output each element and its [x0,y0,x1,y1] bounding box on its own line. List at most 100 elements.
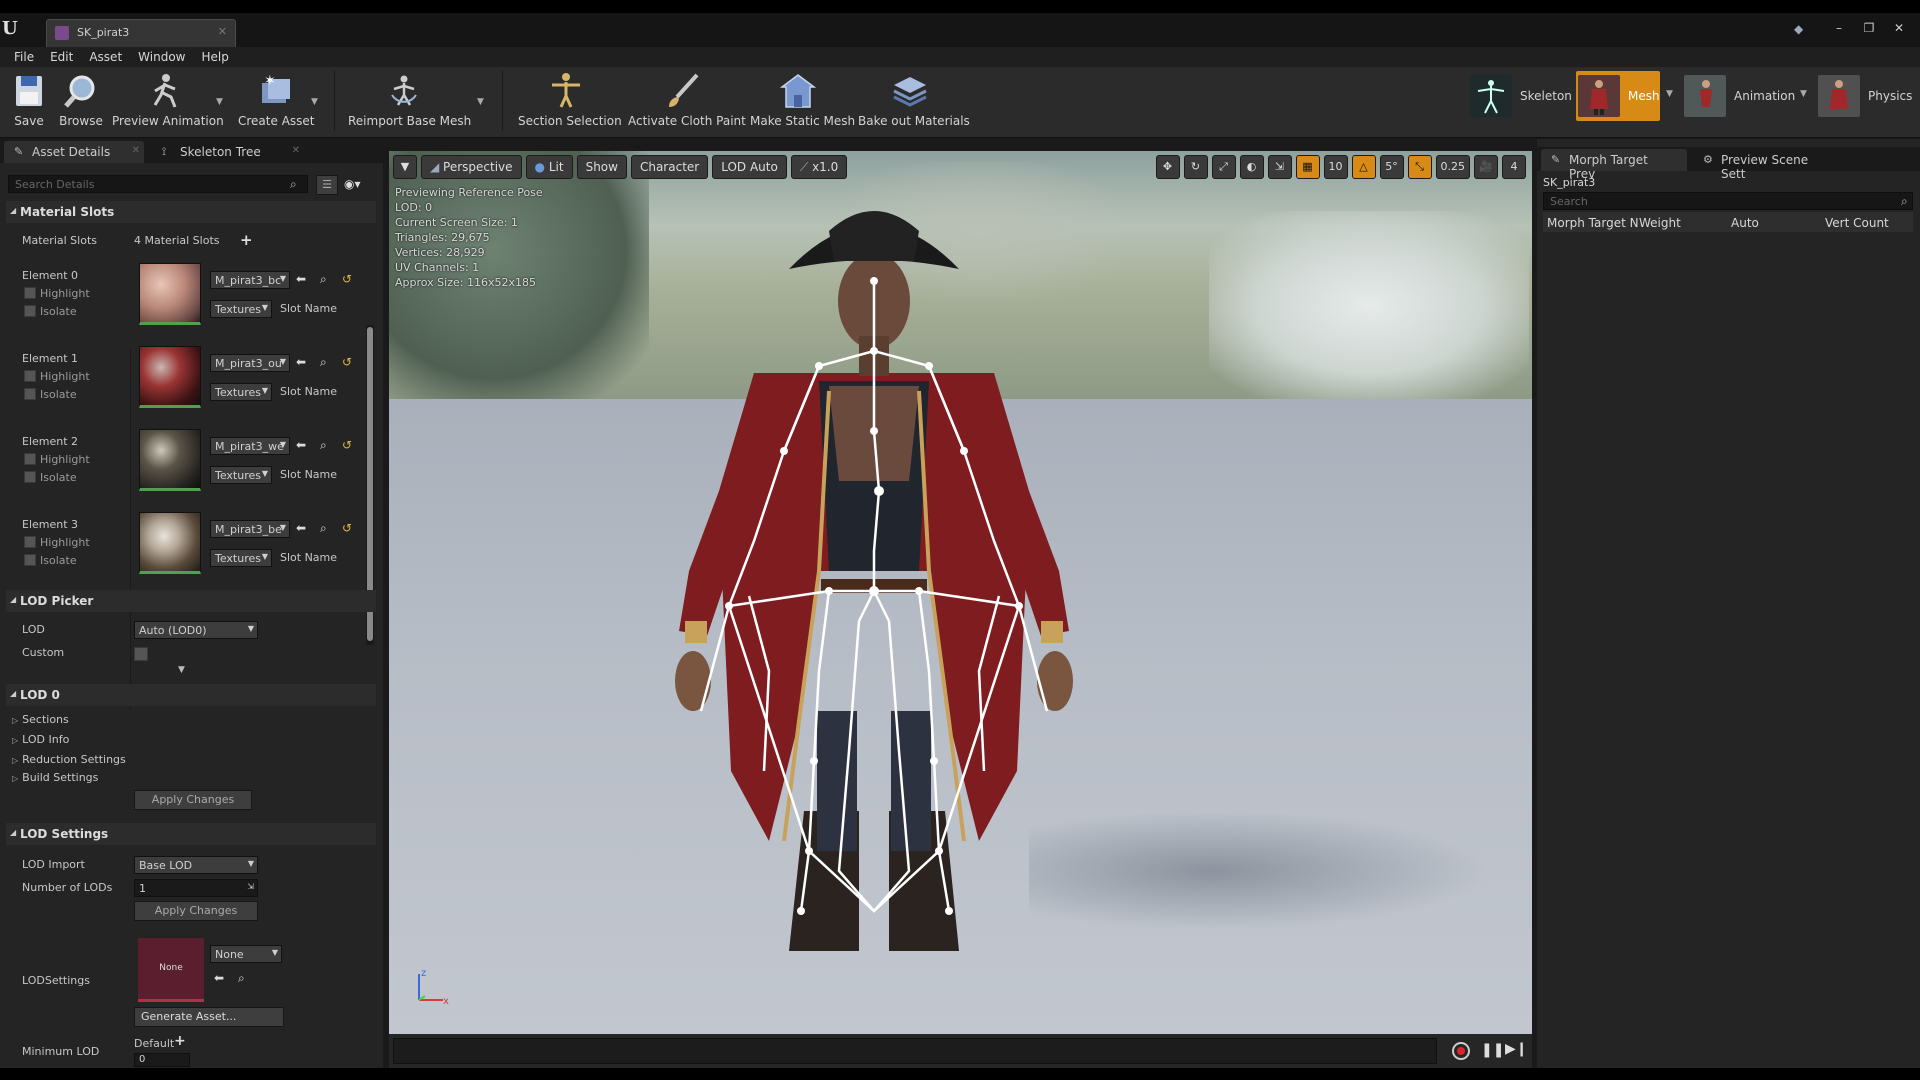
rotation-snap-icon[interactable]: △ [1351,155,1376,179]
reset-to-default-icon[interactable]: ↺ [342,438,352,452]
close-tab-icon[interactable]: ✕ [218,25,227,38]
grid-size-value[interactable]: 10 [1323,155,1348,179]
record-icon[interactable] [1452,1042,1470,1060]
lod-settings-asset-combo[interactable]: None ▼ [210,945,282,963]
mesh-mode-dropdown[interactable]: ▼ [1666,89,1676,99]
animation-mode-dropdown[interactable]: ▼ [1800,89,1810,99]
activate-cloth-paint-button[interactable]: Activate Cloth Paint [628,71,746,133]
material-thumbnail[interactable] [139,512,201,574]
browse-magnifier-icon[interactable]: ⌕ [320,438,327,453]
create-asset-button[interactable]: ✶ Create Asset [238,71,315,133]
tab-morph-target-preview[interactable]: ✎ Morph Target Prev [1541,149,1687,181]
scale-icon[interactable]: ⤢ [1211,155,1236,179]
reset-to-default-icon[interactable]: ↺ [342,355,352,369]
material-thumbnail[interactable] [139,346,201,408]
browse-button[interactable]: Browse [58,71,104,133]
lit-button[interactable]: ● Lit [525,155,573,179]
rotate-icon[interactable]: ↻ [1183,155,1208,179]
column-auto[interactable]: Auto [1731,216,1759,230]
step-forward-icon[interactable]: ▶❙ [1505,1041,1528,1057]
make-static-mesh-button[interactable]: Make Static Mesh [750,71,855,133]
feedback-icon[interactable]: ◆ [1794,22,1810,36]
camera-speed-icon[interactable]: 🎥 [1474,155,1498,179]
expand-advanced-icon[interactable]: ▼ [178,665,185,675]
lod-select[interactable]: Auto (LOD0) ▼ [134,621,258,639]
timeline-scrubber[interactable] [393,1038,1437,1064]
material-combo[interactable]: M_pirat3_ou ▼ [210,354,290,372]
save-button[interactable]: Save [8,71,50,133]
highlight-checkbox[interactable] [24,287,36,299]
menu-help[interactable]: Help [193,50,236,64]
material-combo[interactable]: M_pirat3_bc ▼ [210,271,290,289]
browse-magnifier-icon[interactable]: ⌕ [320,521,327,536]
menu-file[interactable]: File [6,50,42,64]
material-combo[interactable]: M_pirat3_be ▼ [210,520,290,538]
custom-lod-checkbox[interactable] [134,647,148,661]
view-options-icon[interactable]: ☰ [316,175,338,195]
translate-icon[interactable]: ✥ [1155,155,1180,179]
mode-mesh[interactable]: Mesh [1576,71,1660,121]
lod-auto-button[interactable]: LOD Auto [712,155,787,179]
mode-skeleton[interactable]: Skeleton [1470,73,1572,119]
scale-snap-icon[interactable]: ⤡ [1407,155,1432,179]
highlight-checkbox[interactable] [24,536,36,548]
apply-lod-changes-button[interactable]: Apply Changes [134,901,258,921]
minimum-lod-input[interactable]: 0 [134,1053,190,1067]
browse-magnifier-icon[interactable]: ⌕ [238,971,245,986]
column-morph-target-name[interactable]: Morph Target N [1547,216,1639,230]
eye-visibility-icon[interactable]: ◉▾ [344,177,361,191]
tab-asset-details[interactable]: ✎ Asset Details ✕ [4,141,144,163]
lod-import-select[interactable]: Base LOD ▼ [134,856,258,874]
rotation-snap-value[interactable]: 5° [1379,155,1404,179]
material-thumbnail[interactable] [139,263,201,325]
menu-window[interactable]: Window [130,50,193,64]
tree-item-reduction-settings[interactable]: ▷ Reduction Settings [12,753,126,766]
mode-physics[interactable]: Physics [1818,73,1912,119]
world-local-icon[interactable]: ◐ [1239,155,1264,179]
use-selected-arrow-icon[interactable]: ⬅ [296,438,306,452]
bake-out-materials-button[interactable]: Bake out Materials [858,71,970,133]
section-lod-0[interactable]: ◢ LOD 0 [6,684,376,706]
camera-speed-value[interactable]: 4 [1502,155,1526,179]
use-selected-arrow-icon[interactable]: ⬅ [296,521,306,535]
generate-asset-button[interactable]: Generate Asset... [134,1007,284,1027]
section-selection-button[interactable]: Section Selection [518,71,622,133]
textures-combo[interactable]: Textures ▼ [210,383,272,401]
close-tab-icon[interactable]: ✕ [132,145,140,156]
textures-combo[interactable]: Textures ▼ [210,300,272,318]
mode-animation[interactable]: Animation [1684,73,1795,119]
browse-magnifier-icon[interactable]: ⌕ [320,355,327,370]
reimport-dropdown[interactable]: ▼ [477,97,487,107]
tab-skeleton-tree[interactable]: ⟟ Skeleton Tree ✕ [152,141,304,163]
scale-snap-value[interactable]: 0.25 [1435,155,1470,179]
add-material-slot-icon[interactable]: + [240,231,253,249]
highlight-checkbox[interactable] [24,453,36,465]
restore-button[interactable]: ❐ [1856,19,1882,37]
column-vert-count[interactable]: Vert Count [1825,216,1889,230]
reimport-base-mesh-button[interactable]: Reimport Base Mesh [348,71,471,133]
morph-search-input[interactable]: Search [1543,192,1913,210]
use-selected-arrow-icon[interactable]: ⬅ [214,971,224,985]
highlight-checkbox[interactable] [24,370,36,382]
close-tab-icon[interactable]: ✕ [292,145,300,156]
preview-animation-dropdown[interactable]: ▼ [216,97,226,107]
perspective-button[interactable]: ◢ Perspective [421,155,522,179]
column-weight[interactable]: Weight [1639,216,1681,230]
details-search-input[interactable]: Search Details [8,175,308,193]
tree-item-lod-info[interactable]: ▷ LOD Info [12,733,69,746]
use-selected-arrow-icon[interactable]: ⬅ [296,272,306,286]
reset-to-default-icon[interactable]: ↺ [342,272,352,286]
unreal-logo-icon[interactable]: U [2,19,22,39]
isolate-checkbox[interactable] [24,471,36,483]
tab-preview-scene-settings[interactable]: ⚙ Preview Scene Sett [1693,149,1843,181]
material-combo[interactable]: M_pirat3_we ▼ [210,437,290,455]
use-selected-arrow-icon[interactable]: ⬅ [296,355,306,369]
tree-item-build-settings[interactable]: ▷ Build Settings [12,771,98,784]
section-material-slots[interactable]: ◢ Material Slots [6,201,376,223]
apply-changes-button[interactable]: Apply Changes [134,790,252,810]
material-thumbnail[interactable] [139,429,201,491]
section-lod-picker[interactable]: ◢ LOD Picker [6,590,376,612]
playback-speed-button[interactable]: ⟋ x1.0 [790,155,848,179]
create-asset-dropdown[interactable]: ▼ [311,97,321,107]
surface-snap-icon[interactable]: ⇲ [1267,155,1292,179]
